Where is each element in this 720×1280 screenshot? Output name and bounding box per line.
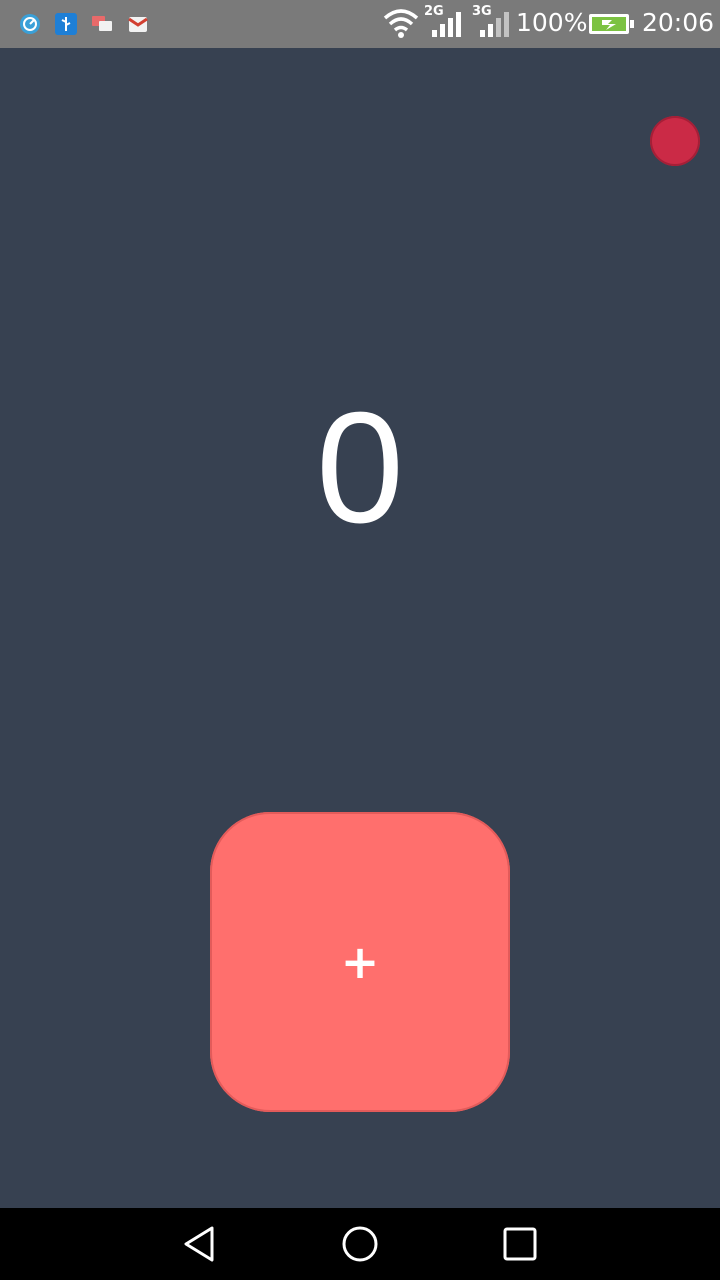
signal-3g-icon: [480, 12, 509, 37]
navigation-bar: [0, 1208, 720, 1280]
wifi-icon: [383, 9, 419, 38]
battery-percent: 100%: [516, 8, 588, 37]
gmail-icon: [128, 17, 148, 32]
increment-button[interactable]: +: [210, 812, 510, 1112]
recents-icon[interactable]: [498, 1222, 542, 1266]
counter-value: 0: [316, 380, 404, 556]
record-indicator[interactable]: [650, 116, 700, 166]
battery-charging-icon: [589, 14, 634, 34]
home-icon[interactable]: [338, 1222, 382, 1266]
status-bar: 2G 3G 100% 20:06: [0, 0, 720, 48]
usb-icon: [55, 13, 77, 35]
clock: 20:06: [642, 8, 715, 37]
speed-icon: [20, 14, 40, 34]
plus-icon: +: [340, 935, 380, 989]
back-icon[interactable]: [178, 1222, 222, 1266]
cast-icon: [92, 16, 112, 31]
app-content: 0 +: [0, 48, 720, 1208]
signal-2g-icon: [432, 12, 461, 37]
